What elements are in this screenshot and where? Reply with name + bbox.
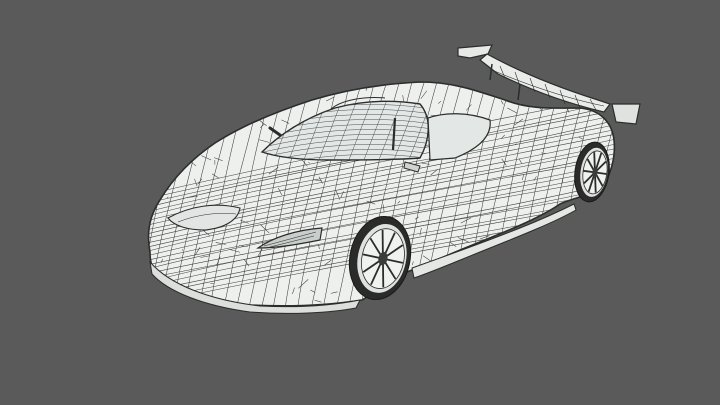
render-viewport: [0, 0, 720, 405]
car-wireframe-render: [147, 44, 641, 314]
